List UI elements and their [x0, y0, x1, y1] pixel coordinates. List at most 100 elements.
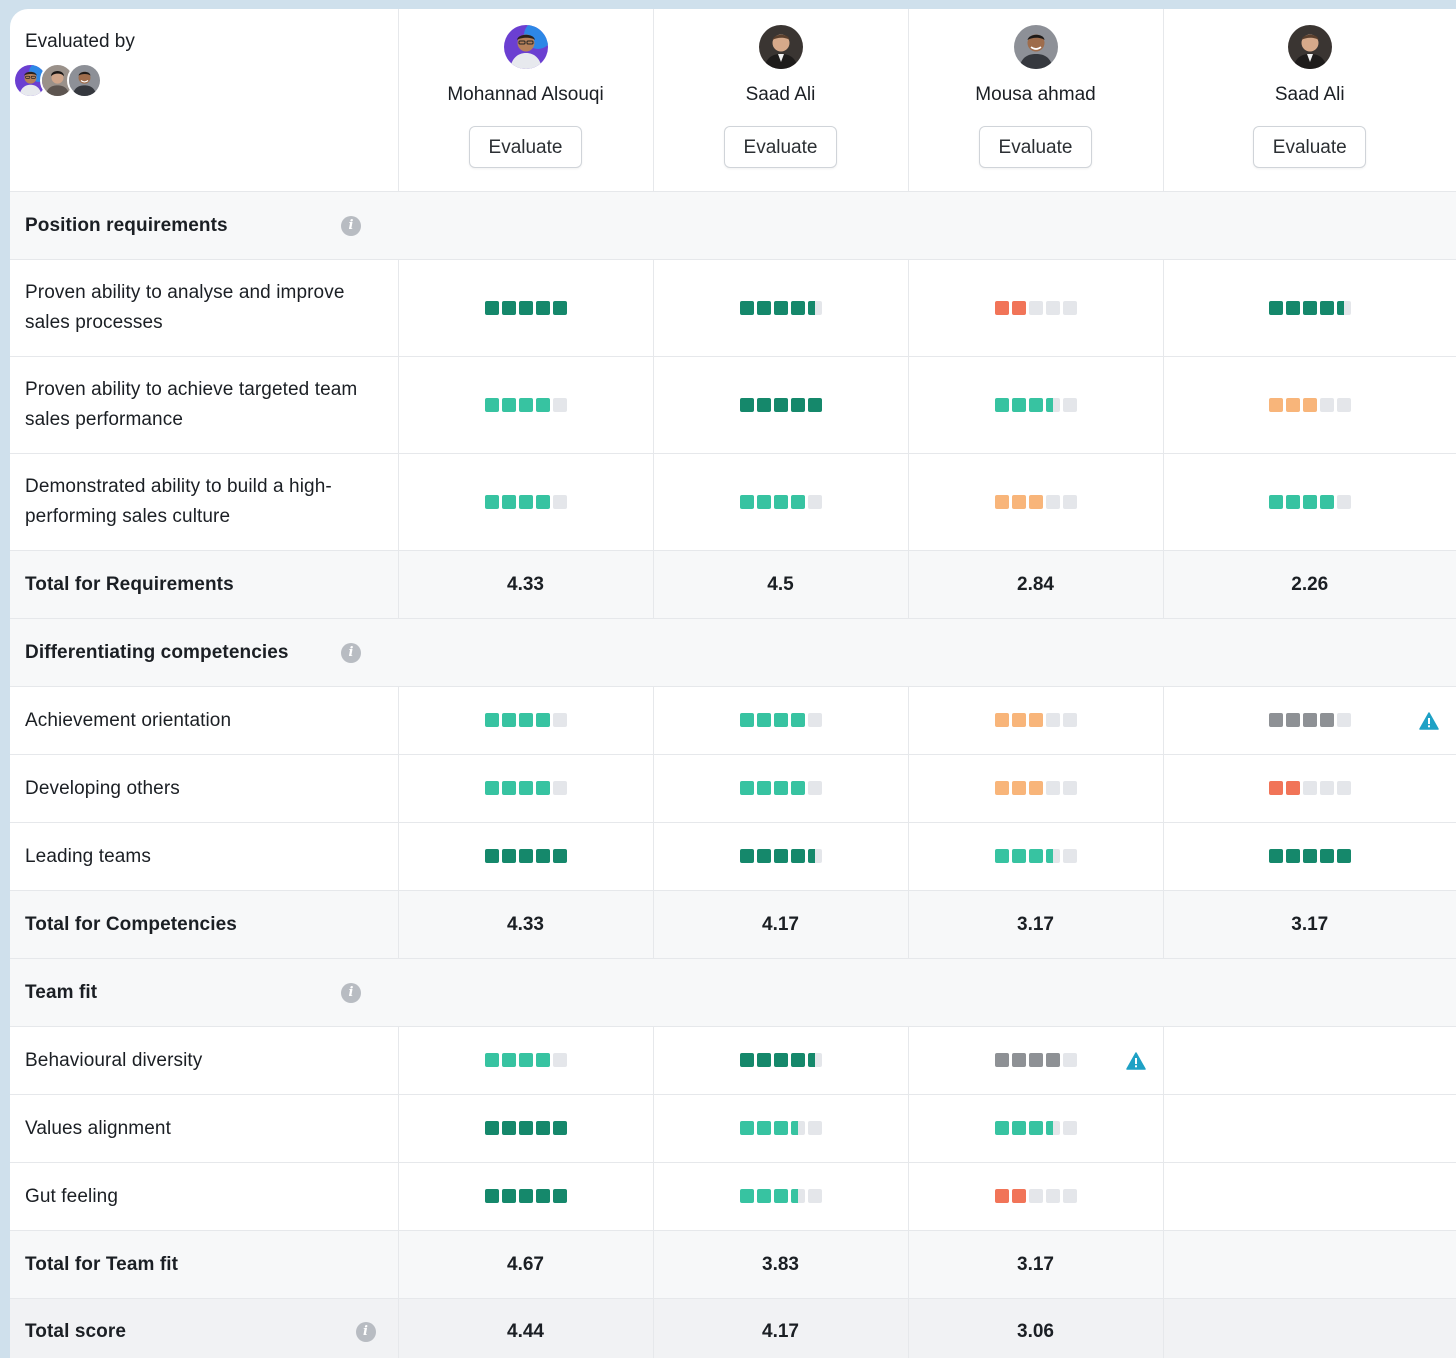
rating-square [739, 397, 754, 412]
rating-square [1011, 1053, 1026, 1068]
rating-bar [739, 494, 822, 509]
rating-square [501, 1121, 516, 1136]
rating-square [552, 494, 567, 509]
rating-cell[interactable] [907, 754, 1163, 823]
rating-bar [1268, 849, 1351, 864]
rating-square [773, 1189, 788, 1204]
rating-square [756, 1053, 771, 1068]
avatar[interactable] [1288, 25, 1332, 69]
rating-bar [739, 1189, 822, 1204]
rating-cell[interactable] [1162, 259, 1456, 357]
rating-cell[interactable] [397, 356, 653, 454]
avatar[interactable] [67, 63, 102, 98]
total-value: 3.17 [907, 1230, 1163, 1299]
rating-square [790, 1121, 805, 1136]
rating-cell[interactable] [907, 356, 1163, 454]
rating-square [484, 713, 499, 728]
rating-bar [739, 713, 822, 728]
rating-cell[interactable] [907, 686, 1163, 755]
evaluate-button[interactable]: Evaluate [979, 126, 1092, 168]
rating-square [1319, 713, 1334, 728]
criterion-row: Proven ability to achieve targeted team … [10, 356, 1456, 454]
rating-square [501, 781, 516, 796]
warning-icon[interactable] [1419, 711, 1439, 730]
rating-square [501, 494, 516, 509]
rating-cell[interactable] [652, 259, 908, 357]
rating-square [1062, 713, 1077, 728]
rating-square [773, 300, 788, 315]
rating-square [807, 849, 822, 864]
criterion-label: Leading teams [10, 822, 398, 891]
rating-square [756, 713, 771, 728]
rating-square [484, 397, 499, 412]
rating-square [756, 300, 771, 315]
avatar[interactable] [504, 25, 548, 69]
rating-square [1045, 1121, 1060, 1136]
rating-cell[interactable] [397, 1094, 653, 1163]
rating-cell[interactable] [397, 1026, 653, 1095]
rating-square [1045, 781, 1060, 796]
candidate-column-header: Mousa ahmad Evaluate [907, 9, 1163, 192]
rating-cell[interactable] [1162, 822, 1456, 891]
rating-cell[interactable] [907, 1026, 1163, 1095]
rating-cell[interactable] [1162, 686, 1456, 755]
rating-cell[interactable] [652, 822, 908, 891]
rating-square [484, 781, 499, 796]
rating-cell[interactable] [907, 1094, 1163, 1163]
rating-square [739, 849, 754, 864]
evaluate-button[interactable]: Evaluate [469, 126, 582, 168]
info-icon[interactable]: i [341, 215, 361, 236]
rating-square [739, 300, 754, 315]
rating-square [1285, 713, 1300, 728]
criterion-label: Achievement orientation [10, 686, 398, 755]
rating-cell[interactable] [1162, 453, 1456, 551]
rating-cell[interactable] [1162, 356, 1456, 454]
section-title: Differentiating competencies [25, 641, 289, 663]
rating-square [756, 494, 771, 509]
warning-icon[interactable] [1125, 1051, 1146, 1070]
avatar[interactable] [759, 25, 803, 69]
rating-cell[interactable] [652, 356, 908, 454]
evaluate-button[interactable]: Evaluate [724, 126, 837, 168]
rating-cell[interactable] [907, 1162, 1163, 1231]
rating-cell[interactable] [907, 259, 1163, 357]
rating-cell[interactable] [397, 686, 653, 755]
rating-cell[interactable] [652, 1026, 908, 1095]
rating-square [994, 397, 1009, 412]
rating-square [994, 1121, 1009, 1136]
rating-square [552, 1189, 567, 1204]
total-value [1162, 1230, 1456, 1299]
rating-cell[interactable] [652, 754, 908, 823]
rating-square [535, 849, 550, 864]
rating-square [1302, 849, 1317, 864]
rating-cell[interactable] [397, 259, 653, 357]
rating-square [1268, 300, 1283, 315]
rating-square [1011, 300, 1026, 315]
rating-cell[interactable] [652, 453, 908, 551]
rating-bar [484, 397, 567, 412]
total-value: 2.84 [907, 550, 1163, 619]
rating-cell[interactable] [907, 822, 1163, 891]
rating-cell[interactable] [397, 754, 653, 823]
rating-cell[interactable] [397, 822, 653, 891]
evaluate-button[interactable]: Evaluate [1253, 126, 1367, 168]
rating-cell[interactable] [397, 1162, 653, 1231]
info-icon[interactable]: i [341, 642, 361, 663]
rating-cell[interactable] [397, 453, 653, 551]
rating-cell[interactable] [652, 1162, 908, 1231]
rating-square [1028, 781, 1043, 796]
criterion-row: Behavioural diversity [10, 1026, 1456, 1095]
rating-cell[interactable] [907, 453, 1163, 551]
rating-square [807, 781, 822, 796]
info-icon[interactable]: i [341, 982, 361, 1003]
rating-cell[interactable] [652, 686, 908, 755]
rating-square [484, 1189, 499, 1204]
info-icon[interactable]: i [355, 1322, 376, 1342]
rating-cell[interactable] [1162, 754, 1456, 823]
rating-cell[interactable] [652, 1094, 908, 1163]
rating-square [1062, 1053, 1077, 1068]
rating-square [518, 1189, 533, 1204]
avatar[interactable] [1014, 25, 1058, 69]
evaluation-card: Evaluated by Mohannad Alsouqi Evaluate S… [10, 9, 1456, 1358]
rating-square [518, 849, 533, 864]
